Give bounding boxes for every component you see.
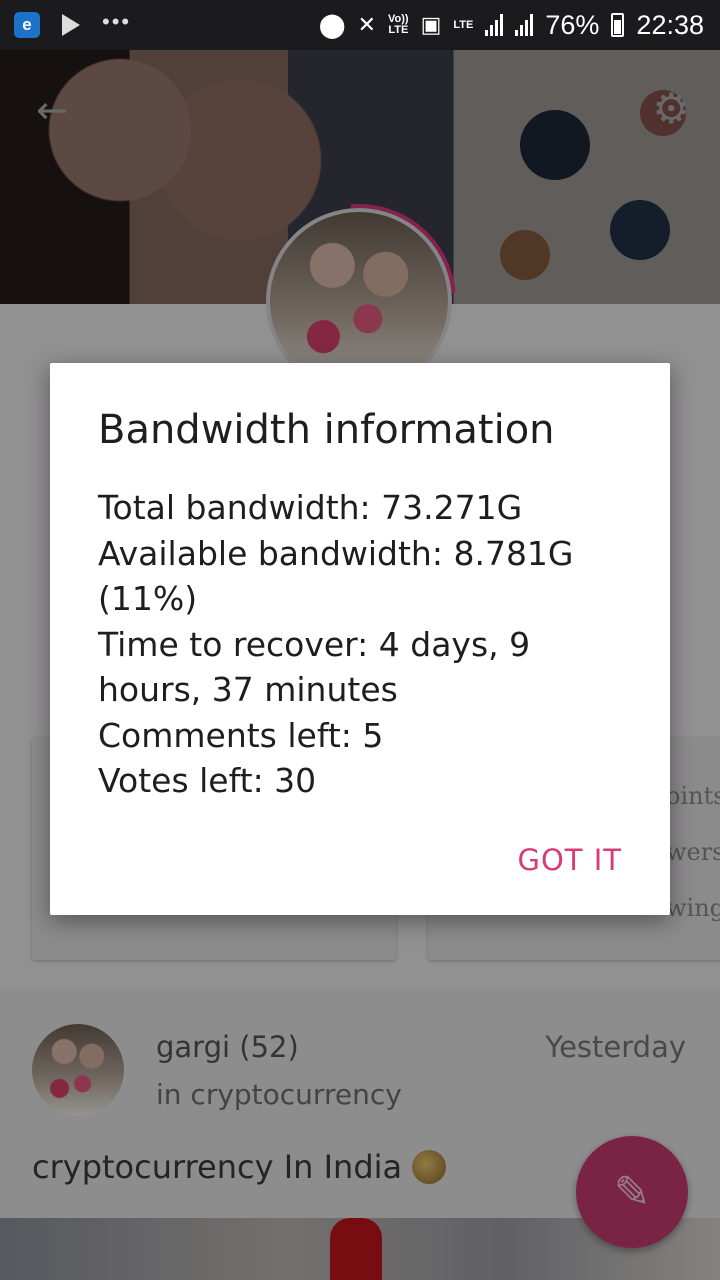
battery-icon bbox=[611, 13, 625, 37]
signal-icon-2 bbox=[515, 14, 534, 36]
dialog-body: Total bandwidth: 73.271G Available bandw… bbox=[98, 485, 638, 804]
signal-icon bbox=[485, 14, 504, 36]
dialog-title: Bandwidth information bbox=[98, 407, 555, 453]
clock: 22:38 bbox=[636, 9, 704, 40]
sim-icon: ▣ bbox=[420, 12, 442, 37]
status-bar: e ••• ⬤ ✕ Vo)) LTE ▣ LTE 76% 22:38 bbox=[0, 0, 720, 50]
volte-icon: Vo)) LTE bbox=[388, 13, 409, 36]
available-bandwidth: Available bandwidth: 8.781G (11%) bbox=[98, 533, 574, 619]
play-store-icon bbox=[62, 14, 80, 36]
lte-icon: LTE bbox=[453, 18, 474, 31]
comments-left: Comments left: 5 bbox=[98, 715, 384, 755]
battery-percent: 76% bbox=[545, 9, 600, 40]
total-bandwidth: Total bandwidth: 73.271G bbox=[98, 488, 523, 527]
more-notifications-icon: ••• bbox=[102, 9, 132, 34]
time-to-recover: Time to recover: 4 days, 9 hours, 37 min… bbox=[98, 624, 531, 710]
votes-left: Votes left: 30 bbox=[98, 761, 317, 800]
location-icon: ⬤ bbox=[318, 11, 346, 39]
app-notification-icon: e bbox=[14, 12, 40, 38]
mute-icon: ✕ bbox=[357, 12, 377, 37]
bandwidth-dialog: Bandwidth information Total bandwidth: 7… bbox=[50, 363, 670, 915]
got-it-button[interactable]: GOT IT bbox=[518, 843, 623, 877]
